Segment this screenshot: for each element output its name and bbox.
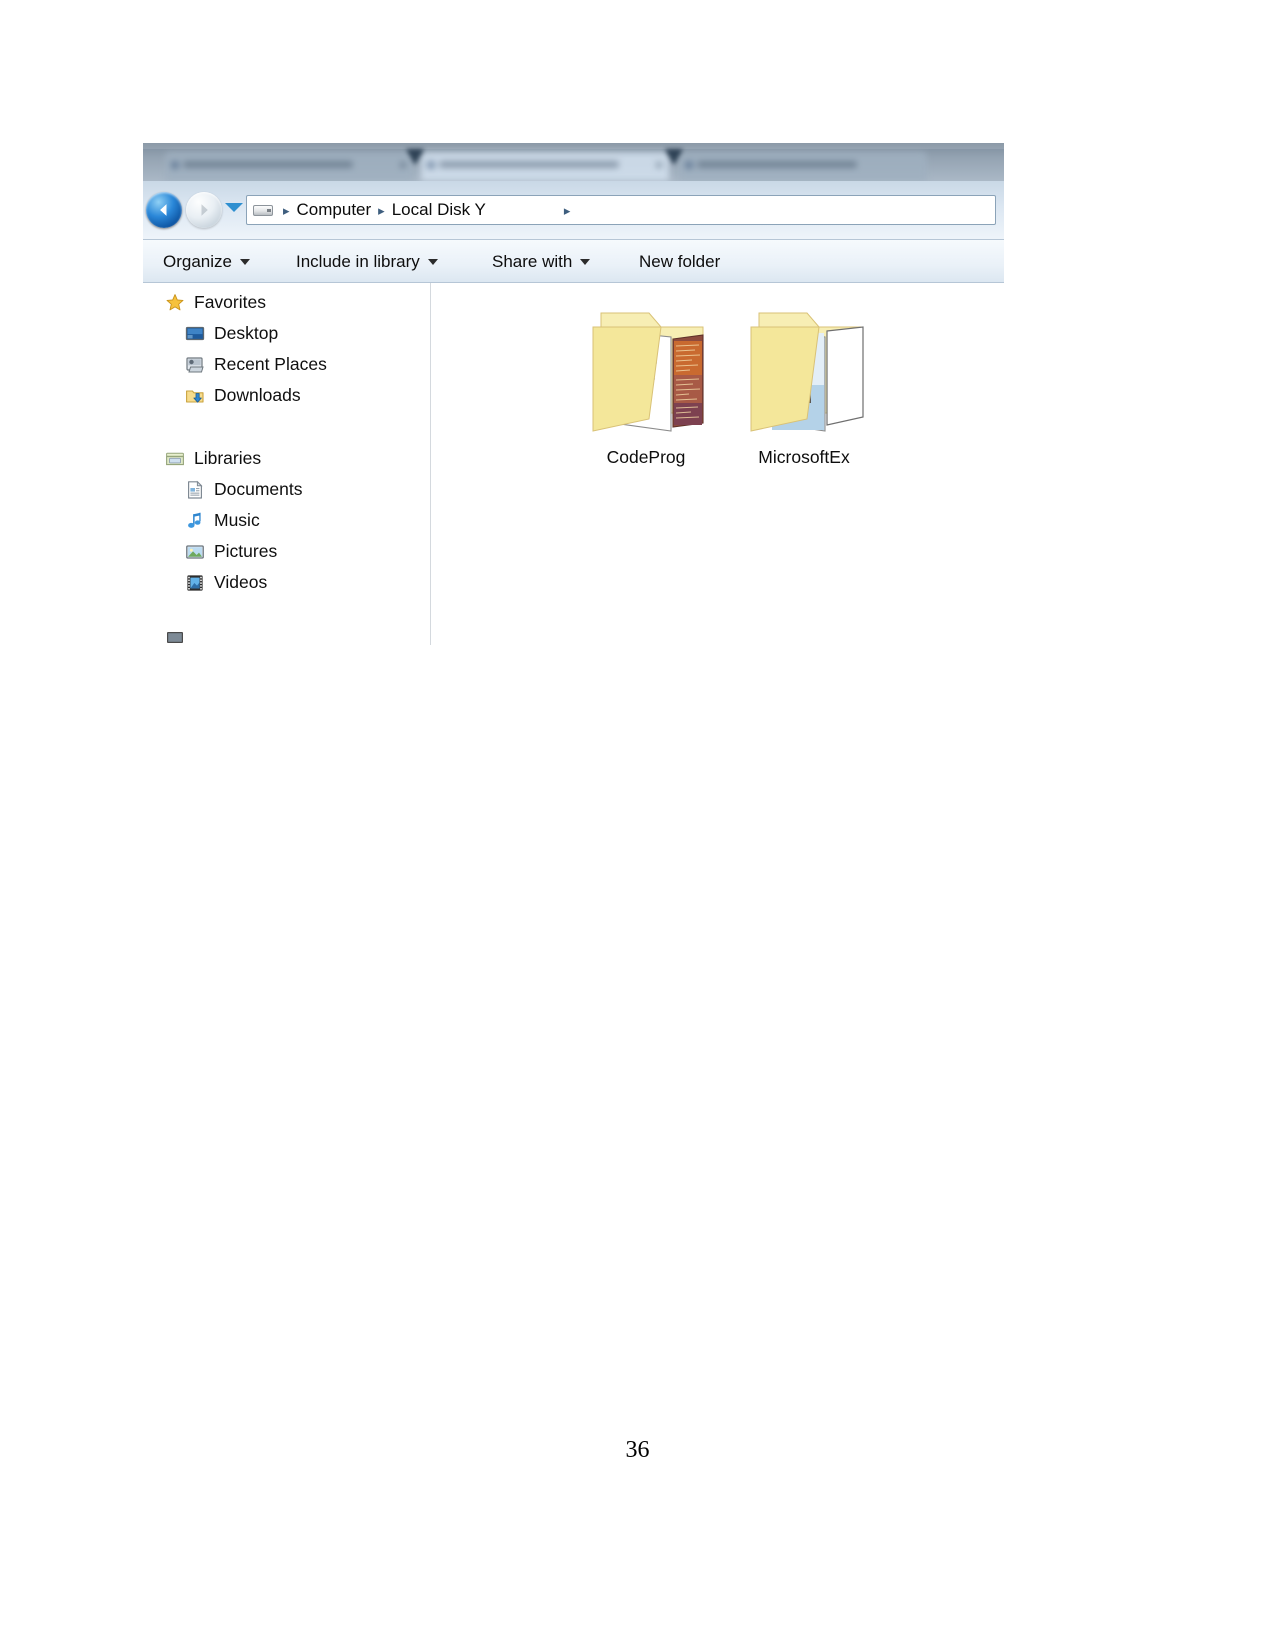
nav-group-libraries: Libraries Documents Music Pictures Video… xyxy=(143,443,430,598)
sidebar-item-libraries[interactable]: Libraries xyxy=(143,443,430,474)
breadcrumb-separator-icon: ▸ xyxy=(283,202,290,218)
navigation-pane: Favorites Desktop Recent Places Download… xyxy=(143,283,431,645)
desktop-icon xyxy=(185,324,205,344)
caret-down-icon xyxy=(239,259,250,265)
star-icon xyxy=(165,293,185,313)
tab-close-icon[interactable] xyxy=(656,162,662,168)
tab-title-blurred xyxy=(439,161,619,168)
include-in-library-button[interactable]: Include in library xyxy=(290,248,444,276)
address-bar-row: ▸ Computer ▸ Local Disk Y ▸ xyxy=(143,181,1004,239)
include-in-library-label: Include in library xyxy=(296,252,420,271)
explorer-body: Favorites Desktop Recent Places Download… xyxy=(143,283,1004,645)
tab-separator xyxy=(665,149,683,165)
sidebar-label: Desktop xyxy=(214,323,279,343)
breadcrumb-separator-icon: ▸ xyxy=(563,202,571,218)
back-arrow-icon[interactable] xyxy=(146,192,182,228)
tabstrip-sheen xyxy=(143,143,1004,149)
sidebar-item-favorites[interactable]: Favorites xyxy=(143,287,430,318)
caret-down-icon xyxy=(580,259,591,265)
sidebar-label: Libraries xyxy=(194,448,262,468)
sidebar-label: Downloads xyxy=(214,385,301,405)
sidebar-label: Recent Places xyxy=(214,354,327,374)
sidebar-item-computer-clipped[interactable] xyxy=(143,623,194,645)
tab-favicon-icon xyxy=(685,161,693,169)
sidebar-label: Favorites xyxy=(194,292,266,312)
content-pane[interactable]: CodeProg MicrosoftEx xyxy=(431,283,1004,645)
browser-tab[interactable] xyxy=(421,152,669,181)
sidebar-item-desktop[interactable]: Desktop xyxy=(143,318,430,349)
new-folder-label: New folder xyxy=(639,252,721,271)
music-note-icon xyxy=(185,511,205,531)
share-with-label: Share with xyxy=(492,252,573,271)
pictures-icon xyxy=(185,542,205,562)
hard-drive-icon xyxy=(253,203,273,218)
sidebar-label: Videos xyxy=(214,572,268,592)
chevron-down-icon[interactable] xyxy=(225,203,243,212)
organize-label: Organize xyxy=(163,252,232,271)
folder-label: CodeProg xyxy=(606,447,686,467)
breadcrumb-separator-icon: ▸ xyxy=(378,202,385,218)
folder-icon xyxy=(729,291,879,443)
sidebar-item-pictures[interactable]: Pictures xyxy=(143,536,430,567)
documents-icon xyxy=(185,480,205,500)
breadcrumb-local-disk-y[interactable]: Local Disk Y xyxy=(392,200,486,220)
folder-icon xyxy=(571,291,721,443)
sidebar-item-downloads[interactable]: Downloads xyxy=(143,380,430,411)
page-number: 36 xyxy=(625,1437,650,1463)
browser-tab-strip xyxy=(143,143,1004,181)
tab-separator xyxy=(406,149,424,165)
tab-favicon-icon xyxy=(171,161,179,169)
tab-title-blurred xyxy=(183,161,353,168)
browser-tab[interactable] xyxy=(679,152,927,181)
tab-title-blurred xyxy=(697,161,857,168)
explorer-window: ▸ Computer ▸ Local Disk Y ▸ Organize Inc… xyxy=(143,143,1004,645)
breadcrumb-computer[interactable]: Computer xyxy=(297,200,372,220)
nav-group-favorites: Favorites Desktop Recent Places Download… xyxy=(143,287,430,411)
recent-places-icon xyxy=(185,355,205,375)
caret-down-icon xyxy=(427,259,438,265)
browser-tab[interactable] xyxy=(165,152,413,181)
share-with-button[interactable]: Share with xyxy=(486,248,596,276)
forward-arrow-icon[interactable] xyxy=(186,192,222,228)
downloads-folder-icon xyxy=(185,386,205,406)
sidebar-label: Pictures xyxy=(214,541,278,561)
tab-favicon-icon xyxy=(427,161,435,169)
organize-button[interactable]: Organize xyxy=(157,248,256,276)
sidebar-label: Music xyxy=(214,510,260,530)
libraries-icon xyxy=(165,449,185,469)
videos-filmstrip-icon xyxy=(185,573,205,593)
folder-label: MicrosoftEx xyxy=(758,447,850,467)
sidebar-item-videos[interactable]: Videos xyxy=(143,567,430,598)
address-input[interactable]: ▸ Computer ▸ Local Disk Y ▸ xyxy=(246,195,996,225)
sidebar-item-documents[interactable]: Documents xyxy=(143,474,430,505)
sidebar-item-music[interactable]: Music xyxy=(143,505,430,536)
new-folder-button[interactable]: New folder xyxy=(633,248,726,276)
folder-item-microsoftex[interactable]: MicrosoftEx xyxy=(729,291,879,468)
sidebar-item-recent-places[interactable]: Recent Places xyxy=(143,349,430,380)
folder-item-codeprog[interactable]: CodeProg xyxy=(571,291,721,468)
command-toolbar: Organize Include in library Share with N… xyxy=(143,239,1004,283)
computer-icon xyxy=(165,629,185,646)
sidebar-label: Documents xyxy=(214,479,303,499)
